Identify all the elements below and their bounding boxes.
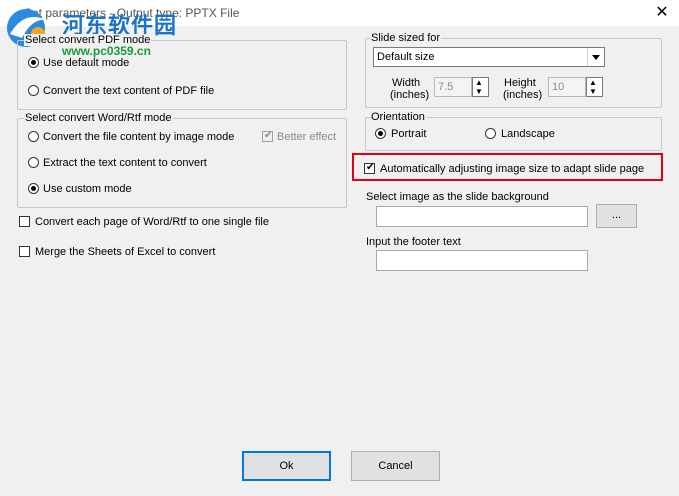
background-path-input[interactable] xyxy=(376,206,588,227)
height-spinner[interactable]: ▲ ▼ xyxy=(586,77,603,97)
radio-use-default-mode-label: Use default mode xyxy=(43,57,130,69)
spin-up-icon: ▲ xyxy=(475,78,483,87)
footer-label: Input the footer text xyxy=(366,236,461,248)
radio-extract-text-label: Extract the text content to convert xyxy=(43,157,207,169)
pdf-mode-legend: Select convert PDF mode xyxy=(24,34,152,46)
radio-portrait-label: Portrait xyxy=(391,128,427,140)
height-label-line2: (inches) xyxy=(503,89,543,101)
radio-landscape-label: Landscape xyxy=(501,128,555,140)
radio-landscape[interactable] xyxy=(485,128,496,139)
slide-size-select[interactable]: Default size xyxy=(373,47,605,67)
width-input[interactable]: 7.5 xyxy=(434,77,472,97)
width-value: 7.5 xyxy=(438,81,454,93)
radio-extract-text[interactable] xyxy=(28,157,39,168)
radio-convert-text-content[interactable] xyxy=(28,85,39,96)
chevron-down-icon xyxy=(587,48,604,66)
radio-use-default-mode[interactable] xyxy=(28,57,39,68)
radio-custom-mode[interactable] xyxy=(28,183,39,194)
height-value: 10 xyxy=(552,81,565,93)
convert-each-page-checkbox[interactable] xyxy=(19,216,30,227)
slide-size-legend: Slide sized for xyxy=(370,32,442,44)
radio-custom-mode-label: Use custom mode xyxy=(43,183,132,195)
pdf-mode-group xyxy=(17,40,347,110)
background-label: Select image as the slide background xyxy=(366,191,549,203)
word-mode-legend: Select convert Word/Rtf mode xyxy=(24,112,173,124)
merge-sheets-checkbox[interactable] xyxy=(19,246,30,257)
auto-adjust-label: Automatically adjusting image size to ad… xyxy=(380,163,645,175)
better-effect-checkbox[interactable] xyxy=(262,130,273,142)
convert-each-page-label: Convert each page of Word/Rtf to one sin… xyxy=(35,216,269,228)
width-label-line2: (inches) xyxy=(390,89,430,101)
cancel-button[interactable]: Cancel xyxy=(351,451,440,481)
radio-portrait[interactable] xyxy=(375,128,386,139)
orientation-legend: Orientation xyxy=(370,111,426,123)
spin-down-icon: ▼ xyxy=(475,87,483,96)
better-effect-label: Better effect xyxy=(277,131,337,143)
height-input[interactable]: 10 xyxy=(548,77,586,97)
ok-button[interactable]: Ok xyxy=(242,451,331,481)
radio-image-mode-label: Convert the file content by image mode xyxy=(43,131,235,143)
height-label-line1: Height xyxy=(504,77,536,89)
spin-down-icon: ▼ xyxy=(589,87,597,96)
width-spinner[interactable]: ▲ ▼ xyxy=(472,77,489,97)
spin-up-icon: ▲ xyxy=(589,78,597,87)
width-label-line1: Width xyxy=(392,77,421,89)
close-button[interactable]: ✕ xyxy=(649,2,675,24)
browse-button[interactable]: ... xyxy=(596,204,637,228)
merge-sheets-label: Merge the Sheets of Excel to convert xyxy=(35,246,216,258)
radio-image-mode[interactable] xyxy=(28,131,39,142)
footer-text-input[interactable] xyxy=(376,250,588,271)
radio-convert-text-content-label: Convert the text content of PDF file xyxy=(43,85,215,97)
slide-size-selected-value: Default size xyxy=(377,51,435,63)
auto-adjust-checkbox[interactable] xyxy=(364,162,375,174)
